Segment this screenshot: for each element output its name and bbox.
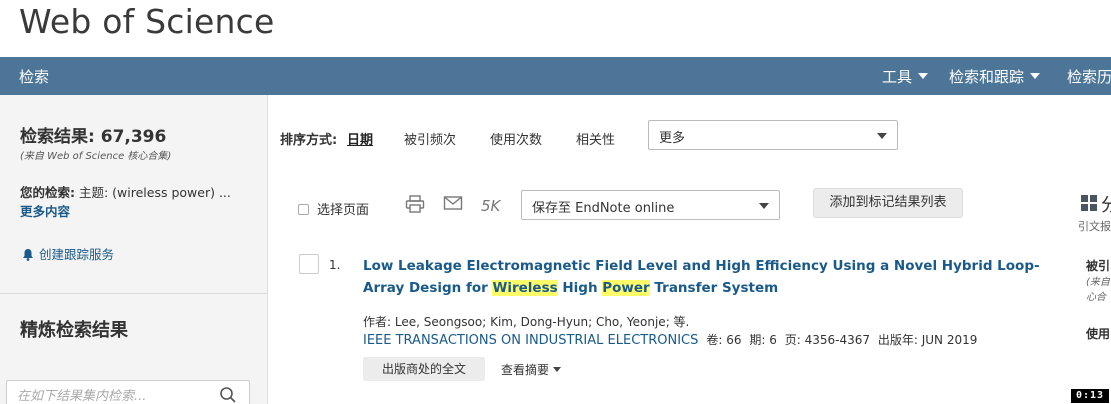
sort-more-value: 更多 (659, 131, 686, 146)
usage-count-label: 使用 (1086, 327, 1111, 341)
volume-label: 卷: (706, 333, 723, 347)
record-title[interactable]: Low Leakage Electromagnetic Field Level … (363, 255, 1063, 299)
chevron-down-icon (1030, 73, 1041, 79)
print-icon[interactable] (405, 195, 425, 217)
select-page-checkbox[interactable] (298, 204, 309, 215)
sidebar-divider (0, 293, 267, 294)
select-page-label: 选择页面 (317, 203, 370, 218)
results-number: 67,396 (100, 127, 167, 147)
email-icon[interactable] (443, 195, 463, 215)
pages-label: 页: (784, 333, 801, 347)
your-search-value: 主题: (wireless power) ... (78, 185, 231, 200)
issue-label: 期: (749, 333, 766, 347)
authors-value: Lee, Seongsoo; Kim, Dong-Hyun; Cho, Yeon… (394, 315, 690, 329)
search-icon[interactable] (219, 386, 237, 404)
view-abstract-link[interactable]: 查看摘要 (501, 361, 562, 378)
result-record: 1. Low Leakage Electromagnetic Field Lev… (268, 245, 1111, 404)
source-note: (来自 Web of Science 核心合集) (20, 151, 172, 162)
analyze-results-link[interactable]: 分 (1101, 191, 1111, 217)
times-cited-source-line1: (来自 (1086, 277, 1110, 288)
journal-link[interactable]: IEEE TRANSACTIONS ON INDUSTRIAL ELECTRON… (363, 333, 698, 348)
create-alert-link[interactable]: 创建跟踪服务 (22, 244, 114, 263)
nav-search[interactable]: 检索 (19, 66, 49, 87)
sort-option-relevance[interactable]: 相关性 (576, 129, 615, 148)
your-search: 您的检索: 主题: (wireless power) ... (20, 182, 260, 201)
analyze-icon[interactable] (1081, 195, 1097, 215)
sort-option-usage[interactable]: 使用次数 (490, 129, 542, 148)
sidebar: 检索结果: 67,396 (来自 Web of Science 核心合集) 您的… (0, 95, 268, 404)
times-cited-source: (来自 心合 (1086, 275, 1110, 305)
export-5k[interactable]: 5K (481, 197, 500, 215)
record-number: 1. (329, 258, 341, 272)
results-toolbar: 选择页面 5K 保存至 EndNote online 添加到标记结果列表 分 引… (268, 187, 1111, 233)
chevron-down-icon (553, 367, 562, 372)
pubyear-label: 出版年: (877, 333, 918, 347)
view-abstract-label: 查看摘要 (501, 363, 550, 377)
nav-search-history[interactable]: 检索历 (1067, 66, 1111, 87)
pages-value: 4356-4367 (804, 333, 870, 347)
authors-label: 作者: (363, 315, 392, 329)
record-source: IEEE TRANSACTIONS ON INDUSTRIAL ELECTRON… (363, 331, 977, 348)
your-search-label: 您的检索: (20, 185, 75, 200)
title-highlight: Power (602, 280, 650, 296)
sort-option-times-cited[interactable]: 被引频次 (404, 129, 456, 148)
app-header: Web of Science (0, 0, 1111, 57)
times-cited-label: 被引 (1086, 259, 1111, 273)
more-content-link[interactable]: 更多内容 (20, 201, 70, 220)
chevron-down-icon (918, 73, 929, 79)
nav-search-and-track-label: 检索和跟踪 (949, 68, 1025, 86)
chevron-down-icon (759, 203, 769, 209)
results-label: 检索结果: (20, 127, 95, 147)
sort-more-select[interactable]: 更多 (648, 120, 898, 150)
app-title[interactable]: Web of Science (19, 2, 274, 41)
pubyear-value: JUN 2019 (921, 333, 978, 347)
add-to-marked-list-button[interactable]: 添加到标记结果列表 (813, 188, 963, 218)
nav-tools-label: 工具 (882, 68, 913, 86)
issue-value: 6 (769, 333, 777, 347)
title-part: Transfer System (649, 280, 779, 296)
save-to-value: 保存至 EndNote online (532, 201, 675, 216)
nav-search-and-track[interactable]: 检索和跟踪 (949, 66, 1041, 87)
volume-value: 66 (726, 333, 742, 347)
sort-label: 排序方式: (280, 133, 338, 148)
refine-search-box (6, 380, 250, 404)
citation-report-link[interactable]: 引文报 (1078, 218, 1111, 234)
record-checkbox[interactable] (299, 254, 319, 274)
bell-icon (22, 248, 34, 261)
create-alert-label: 创建跟踪服务 (39, 247, 115, 262)
record-authors: 作者: Lee, Seongsoo; Kim, Dong-Hyun; Cho, … (363, 313, 689, 330)
refine-title: 精炼检索结果 (20, 320, 128, 341)
chevron-down-icon (877, 133, 887, 139)
title-part: High (557, 280, 603, 296)
title-highlight: Wireless (492, 280, 558, 296)
save-to-endnote-select[interactable]: 保存至 EndNote online (521, 190, 780, 220)
nav-tools[interactable]: 工具 (882, 66, 929, 87)
timer-badge: 0:13 (1071, 389, 1109, 403)
main-content: 排序方式: 日期 被引频次 使用次数 相关性 更多 选择页面 5K 保存至 En… (268, 95, 1111, 404)
publisher-fulltext-button[interactable]: 出版商处的全文 (363, 357, 485, 381)
results-count: 检索结果: 67,396 (20, 122, 166, 147)
sort-option-date[interactable]: 日期 (347, 129, 373, 148)
top-navbar: 检索 工具 检索和跟踪 检索历 (0, 57, 1111, 95)
times-cited-source-line2: 心合 (1086, 292, 1106, 303)
refine-search-input[interactable] (17, 383, 217, 404)
select-page[interactable]: 选择页面 (298, 199, 369, 218)
